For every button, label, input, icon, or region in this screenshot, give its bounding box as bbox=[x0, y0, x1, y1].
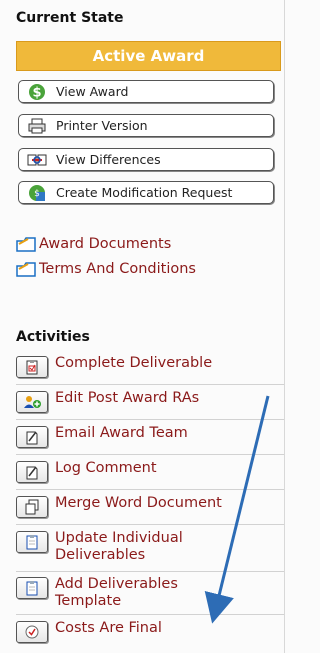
annotation-arrow bbox=[204, 395, 270, 624]
